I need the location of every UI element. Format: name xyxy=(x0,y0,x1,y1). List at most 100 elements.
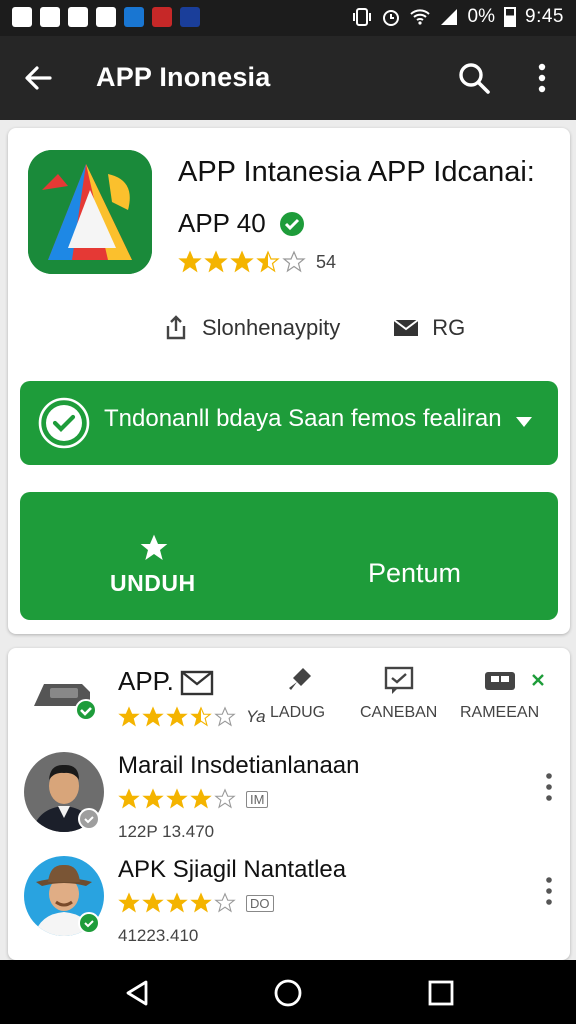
secondary-action-button[interactable]: Pentum xyxy=(368,558,461,589)
developer-rating: Ya xyxy=(118,706,266,728)
action-caneban[interactable]: CANEBAN xyxy=(360,666,437,722)
app-title: APP Intanesia APP Idcanai: xyxy=(178,156,535,188)
download-panel: UNDUH Pentum xyxy=(20,492,558,620)
battery-icon xyxy=(504,7,517,27)
app-details-card: APP Intanesia APP Idcanai: APP 40 54 Slo… xyxy=(8,128,570,634)
system-nav-bar xyxy=(0,960,576,1024)
star-icon xyxy=(230,250,254,273)
star-icon xyxy=(214,788,236,809)
verified-badge-icon xyxy=(279,211,304,236)
star-icon xyxy=(118,706,140,727)
developer-rating-stars xyxy=(118,706,236,728)
sync-notification-icon xyxy=(96,7,116,27)
message-icon xyxy=(384,666,413,694)
developer-rating-count: Ya xyxy=(246,707,266,726)
star-icon xyxy=(166,892,188,913)
gallery-notification-icon xyxy=(68,7,88,27)
nav-home-icon[interactable] xyxy=(273,978,303,1008)
install-banner-text: Tndonanll bdaya Saan femos fealiran xyxy=(104,405,502,432)
star-icon xyxy=(142,706,164,727)
developer-title-row: APP. xyxy=(118,666,214,697)
search-icon[interactable] xyxy=(456,60,492,96)
rating-stars xyxy=(178,250,306,274)
review-date: 41223.410 xyxy=(118,926,199,945)
developer-logo-icon xyxy=(34,684,97,721)
review-stars xyxy=(118,892,236,914)
nav-back-icon[interactable] xyxy=(122,978,152,1008)
vibrate-icon xyxy=(352,8,371,26)
more-vert-icon[interactable] xyxy=(528,62,556,94)
star-icon xyxy=(190,788,212,809)
app-rating: 54 xyxy=(178,250,336,274)
star-icon xyxy=(204,250,228,273)
mail-icon[interactable] xyxy=(392,314,420,342)
review-tag: IM xyxy=(246,790,269,808)
app-bar: APP Inonesia xyxy=(0,36,576,120)
mail-outline-icon[interactable] xyxy=(180,668,214,696)
developer-reviews-card: APP. Ya LADUG CANEBAN RAMEEAN Marail Ins… xyxy=(8,648,570,960)
pin-icon xyxy=(288,668,311,690)
star-icon xyxy=(118,892,140,913)
star-icon xyxy=(142,788,164,809)
drive-notification-icon xyxy=(180,7,200,27)
download-button[interactable]: UNDUH xyxy=(110,570,196,597)
image-notification-icon xyxy=(12,7,32,27)
star-icon xyxy=(256,250,280,273)
more-vert-icon[interactable] xyxy=(542,772,556,802)
battery-percent: 0% xyxy=(467,6,496,27)
back-arrow-icon[interactable] xyxy=(22,62,54,94)
action-ladug[interactable]: LADUG xyxy=(270,666,325,722)
action-rameean-label: RAMEEAN xyxy=(460,704,540,721)
action-caneban-label: CANEBAN xyxy=(360,704,438,721)
close-icon[interactable] xyxy=(530,672,546,688)
star-icon xyxy=(166,706,188,727)
app-subtitle: APP 40 xyxy=(178,208,266,238)
review-stars xyxy=(118,788,236,810)
chevron-down-icon[interactable] xyxy=(514,413,534,431)
alarm-icon xyxy=(382,10,399,26)
device-icon xyxy=(484,672,515,690)
review-tag: DO xyxy=(246,894,274,912)
message-notification-icon xyxy=(40,7,60,27)
share-icon[interactable] xyxy=(162,314,190,342)
star-icon xyxy=(142,892,164,913)
app-logo-graphic xyxy=(28,150,152,274)
action-ladug-label: LADUG xyxy=(270,704,326,721)
app-subtitle-row: APP 40 xyxy=(178,208,306,239)
reviewer-name: APK Sjiagil Nantatlea xyxy=(118,856,347,883)
rating-count: 54 xyxy=(316,251,337,272)
app-notification-icon xyxy=(152,7,172,27)
action-rameean[interactable]: RAMEEAN xyxy=(460,666,539,722)
clock: 9:45 xyxy=(525,6,564,27)
review-date: 122P 13.470 xyxy=(118,822,215,841)
star-icon xyxy=(214,892,236,913)
meta-right-label[interactable]: RG xyxy=(432,315,465,341)
wifi-icon xyxy=(409,9,430,25)
verified-badge-icon xyxy=(78,808,100,830)
verified-badge-icon xyxy=(78,912,100,934)
star-icon xyxy=(178,250,202,273)
app-logo xyxy=(28,150,152,274)
status-bar: 0% 9:45 xyxy=(0,0,576,36)
notification-icons xyxy=(12,7,200,27)
star-icon xyxy=(214,706,236,727)
signal-icon xyxy=(440,9,457,25)
review-rating: DO xyxy=(118,892,274,914)
star-icon xyxy=(282,250,306,273)
star-icon xyxy=(140,534,168,560)
star-icon xyxy=(166,788,188,809)
review-rating: IM xyxy=(118,788,269,810)
page-title: APP Inonesia xyxy=(96,62,271,92)
review-item: APK Sjiagil Nantatlea DO 41223.410 xyxy=(22,856,562,946)
more-vert-icon[interactable] xyxy=(542,876,556,906)
meta-left-label[interactable]: Slonhenaypity xyxy=(202,315,340,341)
star-icon xyxy=(190,706,212,727)
app-meta-row: Slonhenaypity RG xyxy=(162,314,465,342)
nav-recents-icon[interactable] xyxy=(426,978,456,1008)
dropbox-notification-icon xyxy=(124,7,144,27)
star-icon xyxy=(190,892,212,913)
install-banner[interactable]: Tndonanll bdaya Saan femos fealiran xyxy=(20,381,558,465)
check-circle-icon xyxy=(38,397,90,449)
developer-title: APP. xyxy=(118,666,174,696)
reviewer-name: Marail Insdetianlanaan xyxy=(118,752,360,779)
